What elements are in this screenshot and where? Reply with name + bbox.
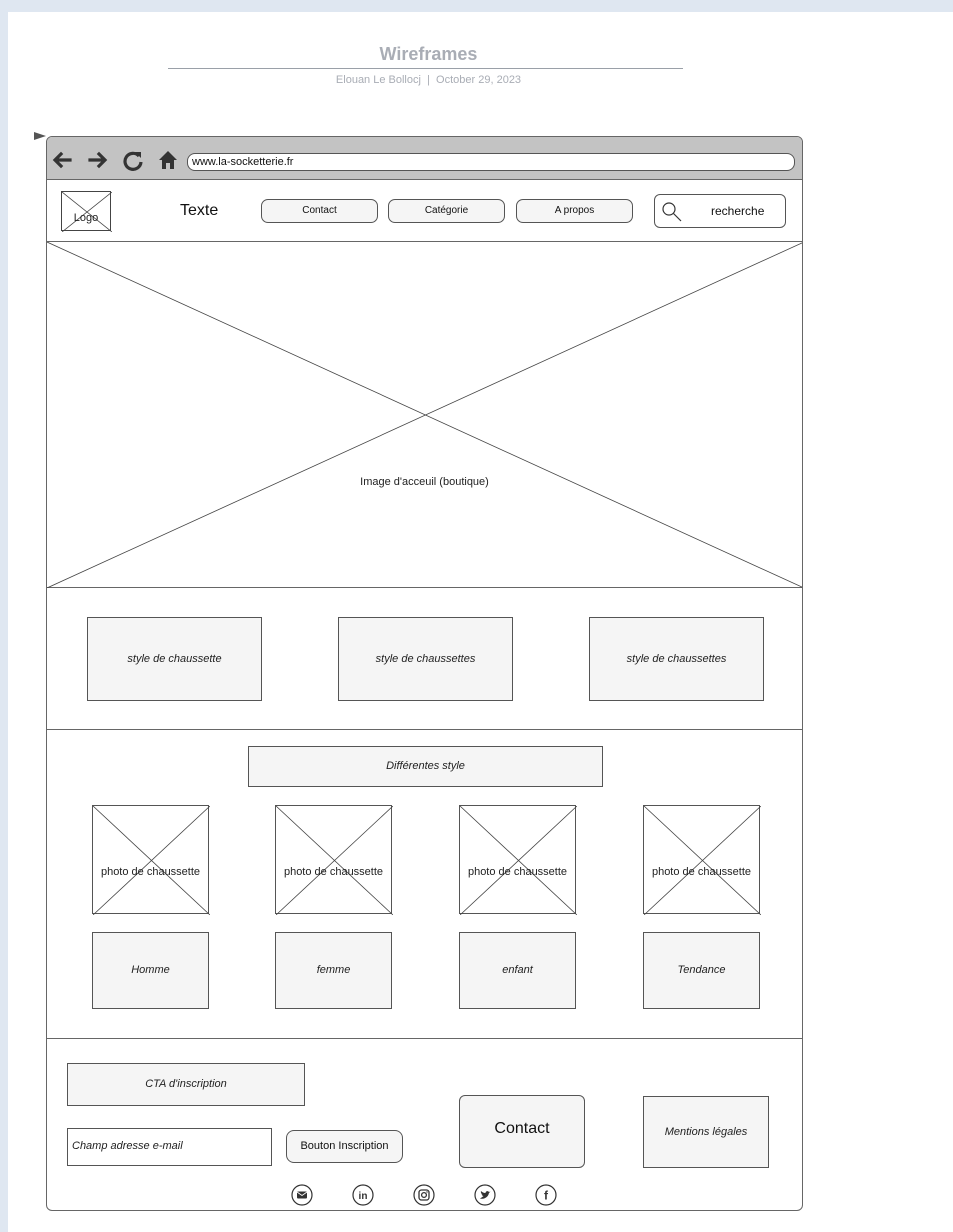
forward-arrow-icon[interactable]: [87, 149, 109, 171]
photo-label: photo de chaussette: [100, 866, 201, 878]
site-header: Logo Texte Contact Catégorie A propos re…: [47, 180, 802, 242]
different-styles-title: Différentes style: [248, 746, 603, 787]
search-input[interactable]: recherche: [654, 194, 786, 228]
style-card[interactable]: style de chaussette: [87, 617, 262, 701]
facebook-icon[interactable]: f: [535, 1184, 557, 1206]
legal-notices-link[interactable]: Mentions légales: [643, 1096, 769, 1168]
twitter-icon[interactable]: [474, 1184, 496, 1206]
nav-category-button[interactable]: Catégorie: [388, 199, 505, 223]
document-meta: Elouan Le Bollocj | October 29, 2023: [0, 74, 857, 86]
different-styles-section: Différentes style photo de chaussette ph…: [47, 730, 802, 1039]
category-tendance-card[interactable]: Tendance: [643, 932, 760, 1009]
search-icon: [662, 202, 682, 222]
site-footer: CTA d'inscription Champ adresse e-mail B…: [47, 1039, 802, 1210]
sock-photo[interactable]: photo de chaussette: [643, 805, 761, 915]
browser-window: www.la-socketterie.fr Logo Texte Contact…: [46, 136, 803, 1211]
styles-section: style de chaussette style de chaussettes…: [47, 588, 802, 730]
document-author: Elouan Le Bollocj: [335, 74, 421, 86]
meta-separator: |: [427, 74, 430, 86]
instagram-icon[interactable]: [413, 1184, 435, 1206]
home-icon[interactable]: [157, 149, 179, 171]
wireframe-pointer-icon: [34, 132, 46, 140]
photo-label: photo de chaussette: [283, 866, 384, 878]
url-bar[interactable]: www.la-socketterie.fr: [187, 153, 795, 171]
logo[interactable]: Logo: [61, 191, 112, 232]
hero-placeholder-icon: [47, 242, 802, 588]
nav-contact-button[interactable]: Contact: [261, 199, 378, 223]
document-title: Wireframes: [379, 44, 478, 64]
email-icon[interactable]: [291, 1184, 313, 1206]
image-placeholder-icon: [460, 806, 577, 915]
nav-about-button[interactable]: A propos: [516, 199, 633, 223]
title-divider: [168, 68, 683, 69]
image-placeholder-icon: [276, 806, 393, 915]
hero-image: Image d'acceuil (boutique): [47, 242, 802, 588]
search-label: recherche: [711, 204, 765, 218]
photo-label: photo de chaussette: [651, 866, 752, 878]
category-homme-card[interactable]: Homme: [92, 932, 209, 1009]
svg-text:in: in: [359, 1191, 368, 1202]
category-femme-card[interactable]: femme: [275, 932, 392, 1009]
sock-photo[interactable]: photo de chaussette: [275, 805, 393, 915]
header-text: Texte: [180, 202, 219, 219]
reload-icon[interactable]: [122, 149, 144, 171]
signup-cta: CTA d'inscription: [67, 1063, 305, 1106]
signup-button[interactable]: Bouton Inscription: [286, 1130, 403, 1163]
back-arrow-icon[interactable]: [51, 149, 73, 171]
logo-label: Logo: [73, 212, 99, 224]
category-enfant-card[interactable]: enfant: [459, 932, 576, 1009]
style-card[interactable]: style de chaussettes: [589, 617, 764, 701]
sock-photo[interactable]: photo de chaussette: [459, 805, 577, 915]
linkedin-icon[interactable]: in: [352, 1184, 374, 1206]
browser-toolbar: www.la-socketterie.fr: [47, 137, 802, 180]
document-date: October 29, 2023: [436, 74, 522, 86]
image-placeholder-icon: [93, 806, 210, 915]
email-field[interactable]: Champ adresse e-mail: [67, 1128, 272, 1166]
photo-label: photo de chaussette: [467, 866, 568, 878]
contact-button[interactable]: Contact: [459, 1095, 585, 1168]
image-placeholder-icon: [644, 806, 761, 915]
style-card[interactable]: style de chaussettes: [338, 617, 513, 701]
hero-label: Image d'acceuil (boutique): [360, 476, 489, 488]
sock-photo[interactable]: photo de chaussette: [92, 805, 210, 915]
